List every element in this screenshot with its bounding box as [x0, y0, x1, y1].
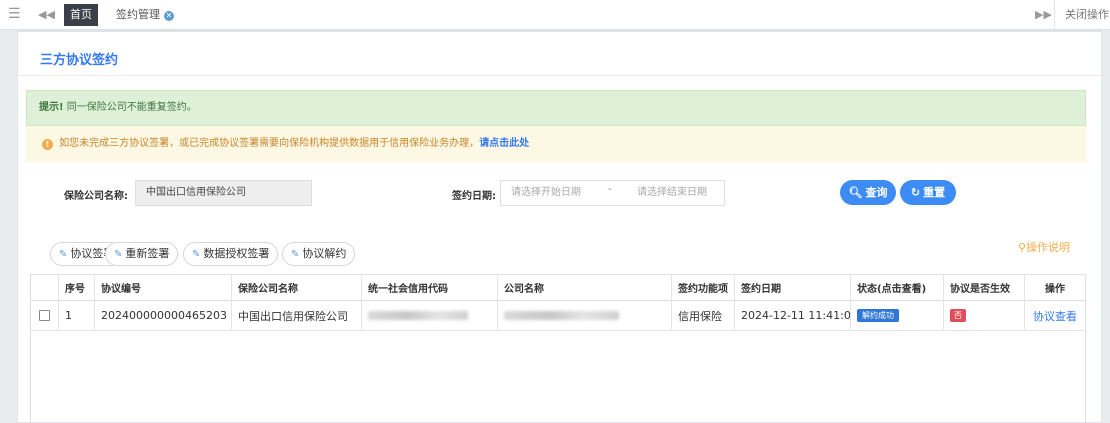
header-cell: 签约功能项 [672, 275, 735, 300]
end-date-input[interactable]: 请选择结束日期 [637, 181, 707, 205]
date-separator: - [608, 184, 612, 195]
redacted-value [504, 311, 619, 320]
warning-text: 如您未完成三方协议签署，或已完成协议签署需要向保险机构提供数据用于信用保险业务办… [59, 138, 480, 149]
row-insurer: 中国出口信用保险公司 [232, 301, 362, 330]
header-cell: 保险公司名称 [232, 275, 362, 300]
date-range-picker[interactable]: 请选择开始日期 - 请选择结束日期 [500, 180, 725, 206]
edit-icon: ✎ [192, 249, 201, 260]
reset-button[interactable]: ↻ 重置 [900, 180, 956, 205]
help-link[interactable]: ⚲操作说明 [1018, 239, 1070, 255]
row-credit-code [362, 301, 498, 330]
row-status-cell: 解约成功 [851, 301, 944, 330]
top-tab-bar: ☰ ◀◀ 首页 签约管理 ✕ ▶▶ 关闭操作 [0, 0, 1110, 30]
table-header: 序号 协议编号 保险公司名称 统一社会信用代码 公司名称 签约功能项 签约日期 … [31, 275, 1085, 301]
location-pin-icon: ⚲ [1018, 241, 1027, 254]
row-function: 信用保险 [672, 301, 735, 330]
edit-icon: ✎ [114, 249, 123, 260]
alert-text: 同一保险公司不能重复签约。 [66, 102, 197, 113]
redacted-value [368, 311, 468, 320]
view-agreement-link[interactable]: 协议查看 [1025, 301, 1085, 330]
start-date-input[interactable]: 请选择开始日期 [511, 181, 581, 205]
company-label: 保险公司名称: [64, 191, 128, 202]
row-date: 2024-12-11 11:41:04 [735, 301, 851, 330]
reset-label: 重置 [923, 186, 946, 199]
status-badge[interactable]: 解约成功 [857, 309, 899, 322]
warning-icon: ! [42, 139, 53, 150]
tab-sign-label: 签约管理 [116, 8, 160, 21]
header-cell: 公司名称 [498, 275, 672, 300]
tab-home[interactable]: 首页 [64, 4, 98, 26]
query-label: 查询 [865, 186, 888, 199]
edit-icon: ✎ [59, 249, 68, 260]
resign-button[interactable]: ✎ 重新签署 [105, 242, 179, 266]
row-checkbox[interactable] [39, 310, 50, 321]
resign-label: 重新签署 [125, 247, 170, 260]
header-cell: 签约日期 [735, 275, 851, 300]
tabs-scroll-right-icon[interactable]: ▶▶ [1035, 8, 1052, 21]
date-label: 签约日期: [452, 191, 496, 202]
terminate-agreement-button[interactable]: ✎ 协议解约 [282, 242, 356, 266]
query-button[interactable]: 🔍︎ 查询 [840, 180, 896, 205]
row-agreement-no: 202400000000465203 [95, 301, 232, 330]
tab-close-icon[interactable]: ✕ [164, 11, 174, 21]
header-cell: 协议编号 [95, 275, 232, 300]
table-row[interactable]: 1 202400000000465203 中国出口信用保险公司 信用保险 202… [31, 301, 1085, 331]
header-cell: 协议是否生效 [944, 275, 1025, 300]
success-alert: 提示! 同一保险公司不能重复签约。 [26, 90, 1086, 126]
tabs-scroll-left-icon[interactable]: ◀◀ [38, 8, 55, 21]
header-select [31, 275, 59, 300]
header-cell: 状态(点击查看) [851, 275, 944, 300]
data-auth-sign-button[interactable]: ✎ 数据授权签署 [183, 242, 279, 266]
help-label: 操作说明 [1026, 241, 1071, 254]
row-effective-cell: 否 [944, 301, 1025, 330]
close-operations-button[interactable]: 关闭操作 [1054, 0, 1110, 30]
effective-badge: 否 [950, 309, 966, 322]
edit-icon: ✎ [291, 249, 300, 260]
alert-prefix: 提示! [39, 102, 64, 113]
row-index: 1 [59, 301, 95, 330]
refresh-icon: ↻ [910, 186, 921, 199]
terminate-agreement-label: 协议解约 [302, 247, 347, 260]
company-input[interactable]: 中国出口信用保险公司 [135, 180, 312, 206]
warning-alert: ! 如您未完成三方协议签署，或已完成协议签署需要向保险机构提供数据用于信用保险业… [26, 126, 1086, 162]
row-company-name [498, 301, 672, 330]
agreement-table: 序号 协议编号 保险公司名称 统一社会信用代码 公司名称 签约功能项 签约日期 … [30, 274, 1086, 423]
warning-link[interactable]: 请点击此处 [479, 138, 529, 149]
header-cell: 序号 [59, 275, 95, 300]
search-icon: 🔍︎ [848, 186, 863, 199]
data-auth-sign-label: 数据授权签署 [203, 247, 270, 260]
title-divider [18, 75, 1101, 76]
menu-toggle-icon[interactable]: ☰ [8, 7, 22, 21]
tab-sign-management[interactable]: 签约管理 ✕ [108, 4, 182, 26]
header-cell: 统一社会信用代码 [362, 275, 498, 300]
header-cell: 操作 [1045, 284, 1065, 295]
row-select-cell [31, 301, 59, 330]
page-title: 三方协议签约 [40, 53, 119, 68]
